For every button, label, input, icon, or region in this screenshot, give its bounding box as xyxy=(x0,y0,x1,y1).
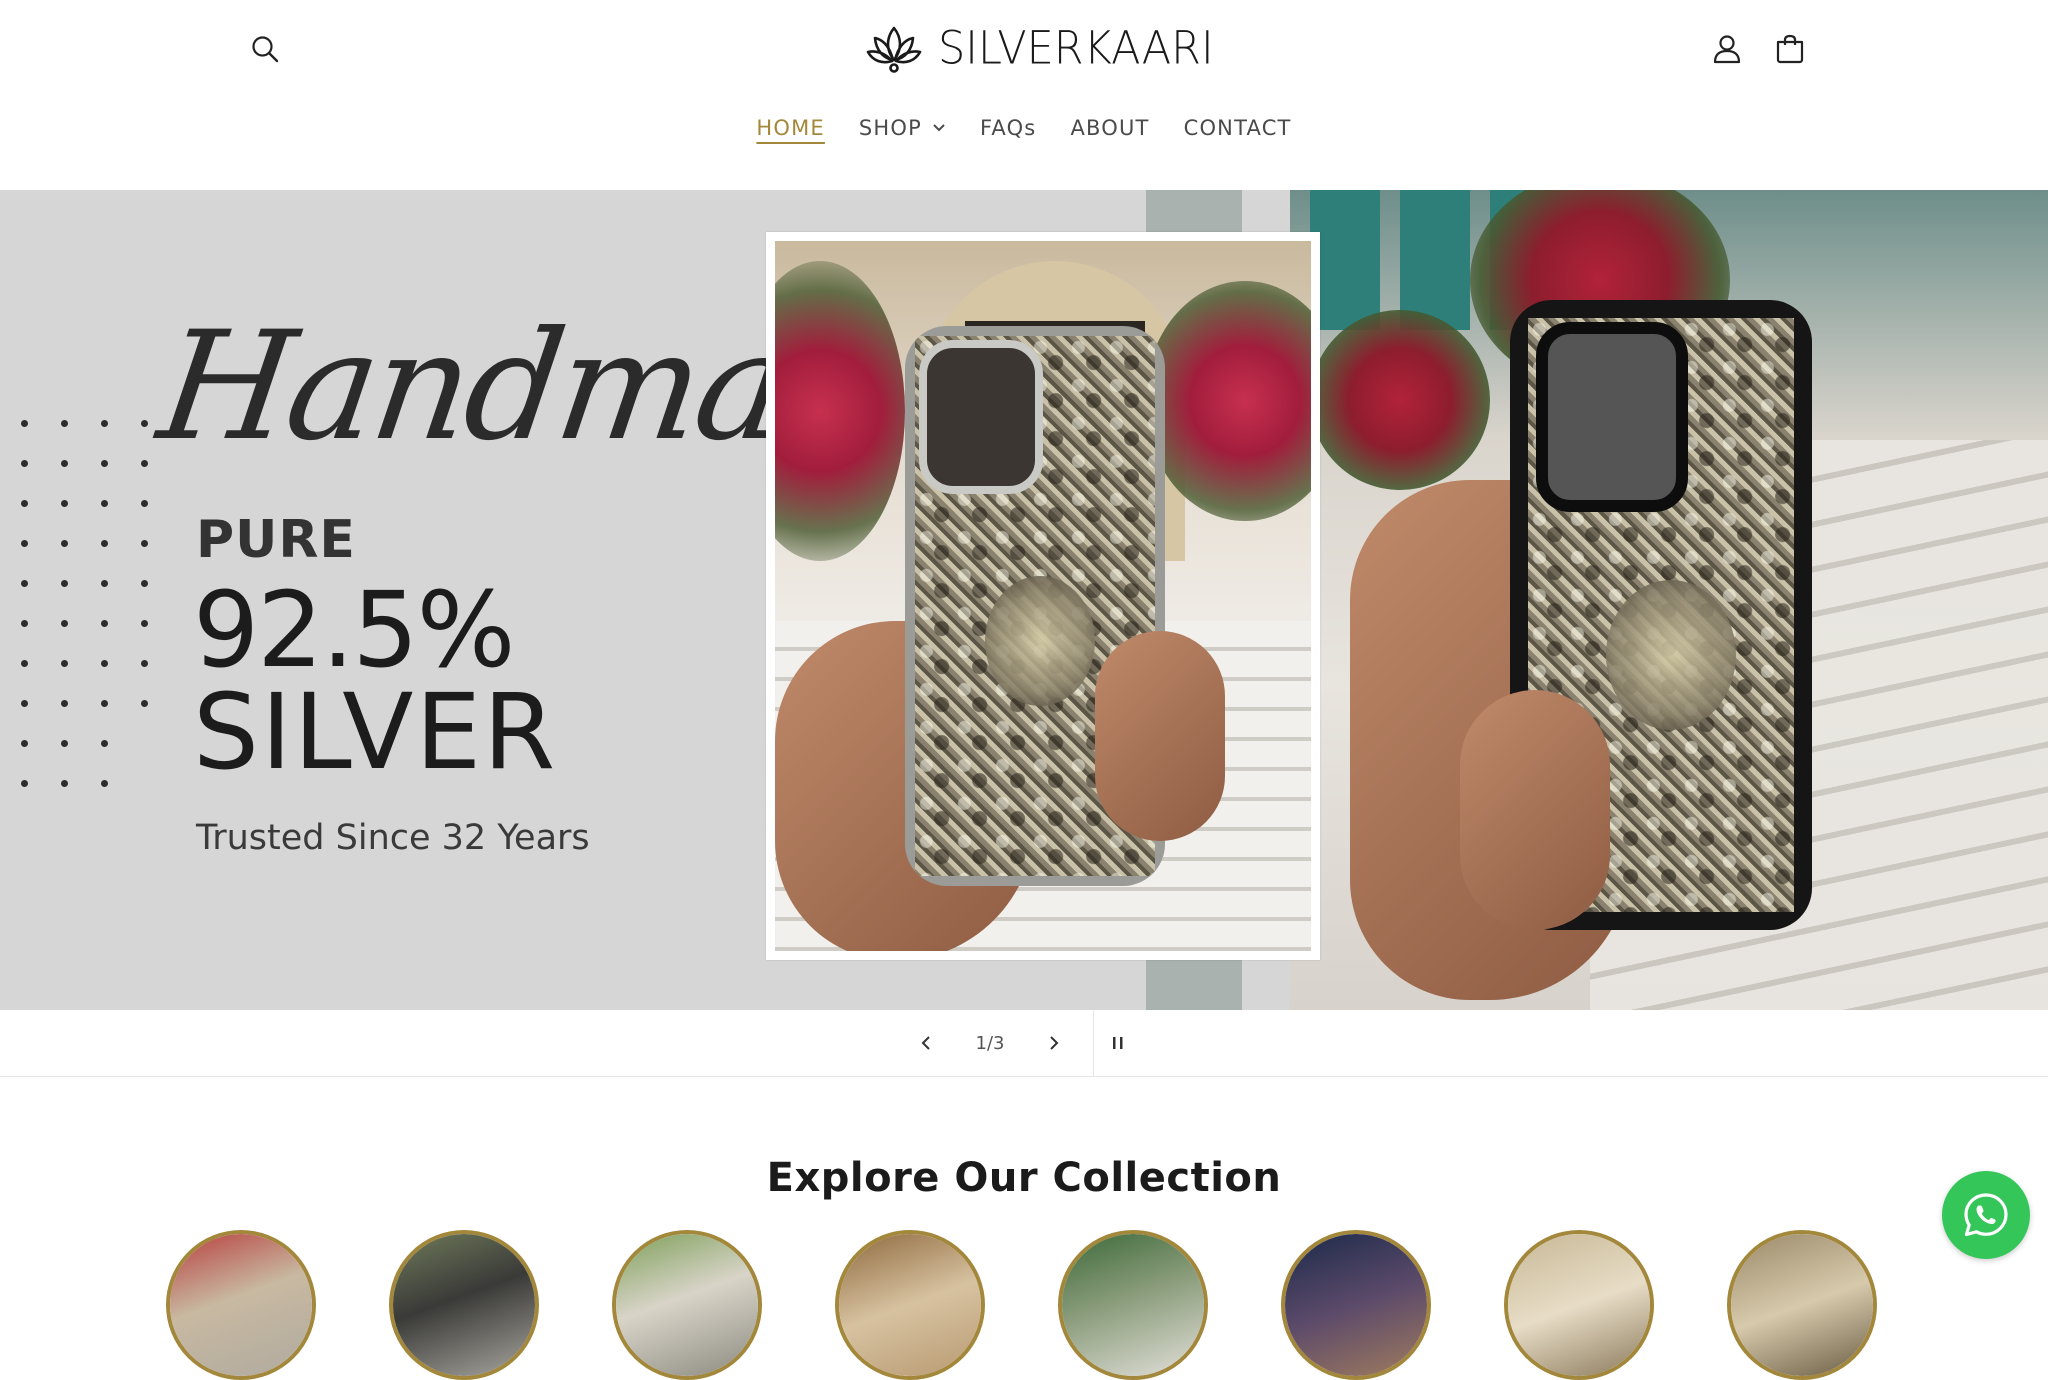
nav-item-label: FAQs xyxy=(980,116,1037,140)
chevron-down-icon xyxy=(933,124,945,132)
site-header: SILVERKAARI HOME SHOP FAQs ABOUT CONTACT xyxy=(0,0,2048,190)
hero-photo-right xyxy=(1290,190,2048,1010)
main-nav: HOME SHOP FAQs ABOUT CONTACT xyxy=(0,112,2048,144)
hero-photo-frame xyxy=(766,232,1320,960)
cart-icon xyxy=(1776,34,1804,64)
collection-item[interactable] xyxy=(1281,1230,1431,1380)
hero-tagline: Trusted Since 32 Years xyxy=(196,818,590,858)
brand-name: SILVERKAARI xyxy=(938,22,1214,76)
collection-title: Explore Our Collection xyxy=(766,1155,1282,1201)
hero-silver: SILVER xyxy=(193,671,558,793)
slide-prev-button[interactable] xyxy=(900,1019,952,1067)
collection-item[interactable] xyxy=(389,1230,539,1380)
user-icon xyxy=(1713,35,1741,64)
hero-slide[interactable]: Handmade PURE 92.5% SILVER Trusted Since… xyxy=(0,190,2048,1010)
collection-item[interactable] xyxy=(835,1230,985,1380)
search-button[interactable] xyxy=(241,25,289,73)
cart-button[interactable] xyxy=(1766,25,1814,73)
nav-item-label: HOME xyxy=(756,116,825,140)
nav-item-label: CONTACT xyxy=(1183,116,1292,140)
collection-item[interactable] xyxy=(612,1230,762,1380)
slide-counter: 1/3 xyxy=(975,1032,1005,1054)
whatsapp-button[interactable] xyxy=(1942,1171,2030,1259)
lotus-icon xyxy=(866,26,922,73)
nav-item-faqs[interactable]: FAQs xyxy=(963,112,1053,144)
whatsapp-icon xyxy=(1964,1193,2008,1237)
hero-percent: 92.5% xyxy=(193,569,515,691)
chevron-left-icon xyxy=(921,1036,930,1050)
slide-pause-button[interactable] xyxy=(1094,1019,1142,1067)
nav-item-about[interactable]: ABOUT xyxy=(1053,112,1166,144)
hero-photo-left xyxy=(775,241,1311,951)
pause-icon xyxy=(1113,1037,1123,1049)
slide-next-button[interactable] xyxy=(1028,1019,1080,1067)
nav-item-contact[interactable]: CONTACT xyxy=(1167,112,1309,144)
hero-pure-label: PURE xyxy=(196,510,356,570)
nav-item-home[interactable]: HOME xyxy=(739,112,842,144)
nav-item-shop[interactable]: SHOP xyxy=(842,112,963,144)
account-button[interactable] xyxy=(1703,25,1751,73)
chevron-right-icon xyxy=(1050,1036,1059,1050)
site-logo[interactable]: SILVERKAARI xyxy=(866,22,1214,76)
slideshow-controls: 1/3 xyxy=(0,1010,2048,1077)
search-icon xyxy=(252,36,279,63)
collection-item[interactable] xyxy=(1727,1230,1877,1380)
collection-item[interactable] xyxy=(1504,1230,1654,1380)
nav-item-label: SHOP xyxy=(858,116,923,140)
collection-item[interactable] xyxy=(166,1230,316,1380)
nav-item-label: ABOUT xyxy=(1070,116,1150,140)
collection-item[interactable] xyxy=(1058,1230,1208,1380)
